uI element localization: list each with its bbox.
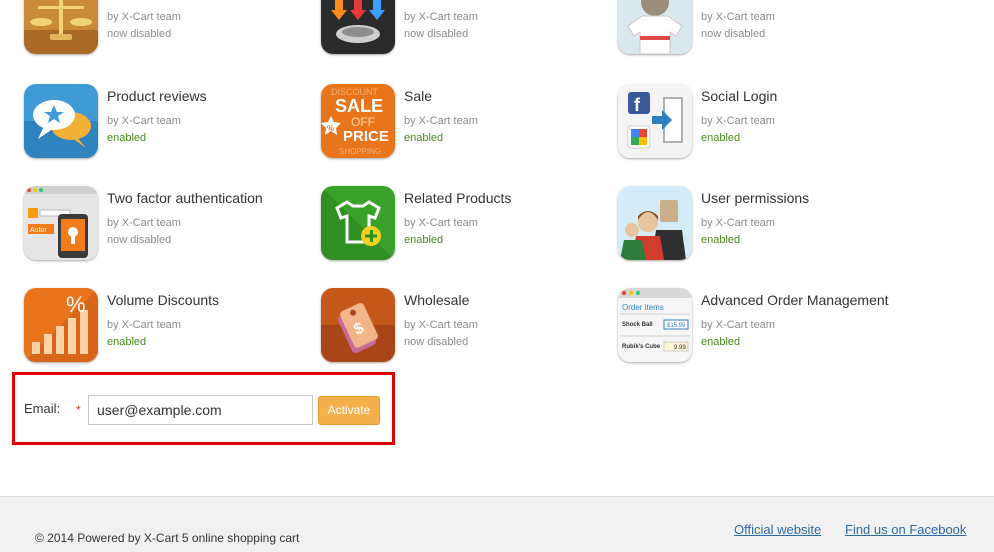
two-factor-auth-icon[interactable]: Autor: [24, 186, 98, 260]
module-status: enabled: [701, 234, 741, 246]
scales-icon[interactable]: [24, 0, 98, 54]
svg-text:Autor: Autor: [30, 227, 47, 234]
volume-discount-bars-icon[interactable]: %: [24, 288, 98, 362]
module-card: % Volume Discounts by X-Cart team enable…: [24, 288, 314, 368]
module-card: Autor Two factor authentication by X-Car…: [24, 186, 314, 266]
svg-text:PRICE: PRICE: [343, 128, 389, 145]
svg-text:Order items: Order items: [622, 303, 664, 312]
wholesale-tags-icon[interactable]: $: [321, 288, 395, 362]
module-name: Two factor authentication: [107, 190, 263, 206]
official-website-link[interactable]: Official website: [734, 522, 821, 537]
module-author: by X-Cart team: [701, 217, 775, 229]
email-label: Email:: [24, 401, 61, 416]
related-products-shirt-icon[interactable]: [321, 186, 395, 260]
facebook-link[interactable]: Find us on Facebook: [845, 522, 966, 537]
copyright-text: © 2014 Powered by X-Cart 5 online shoppi…: [35, 531, 300, 545]
module-status: now disabled: [701, 28, 766, 40]
module-name: Volume Discounts: [107, 292, 220, 308]
module-status: enabled: [107, 336, 147, 348]
svg-text:%: %: [66, 292, 86, 317]
module-status: now disabled: [404, 336, 469, 348]
svg-text:%: %: [327, 124, 334, 133]
svg-text:SHOPPING: SHOPPING: [339, 147, 381, 156]
module-author: by X-Cart team: [701, 319, 775, 331]
module-card: f Social Login by X-Cart team enabled: [618, 84, 908, 164]
module-name: User permissions: [701, 190, 810, 206]
module-author: by X-Cart team: [107, 11, 181, 23]
svg-text:SALE: SALE: [335, 96, 383, 116]
required-marker: *: [76, 403, 81, 417]
svg-text:9.99: 9.99: [674, 345, 686, 351]
svg-text:f: f: [634, 95, 641, 115]
module-author: by X-Cart team: [107, 319, 181, 331]
module-status: now disabled: [107, 234, 172, 246]
social-login-icon[interactable]: f: [618, 84, 692, 158]
svg-text:Rubik's Cube: Rubik's Cube: [622, 344, 661, 350]
speech-bubbles-star-icon[interactable]: [24, 84, 98, 158]
module-card: by X-Cart team now disabled: [321, 0, 611, 60]
module-author: by X-Cart team: [404, 115, 478, 127]
module-card: by X-Cart team now disabled: [24, 0, 314, 60]
module-name: Product reviews: [107, 88, 207, 104]
module-author: by X-Cart team: [107, 115, 181, 127]
module-status: now disabled: [107, 28, 172, 40]
order-items-icon[interactable]: Order items Shock Ball $15.99 Rubik's Cu…: [618, 288, 692, 362]
module-card: DISCOUNT SALE OFF PRICE SHOPPING % Sale …: [321, 84, 611, 164]
module-author: by X-Cart team: [107, 217, 181, 229]
activate-button[interactable]: Activate: [318, 396, 380, 425]
svg-text:Shock Ball: Shock Ball: [622, 322, 653, 328]
module-card: $ Wholesale by X-Cart team now disabled: [321, 288, 611, 368]
module-author: by X-Cart team: [701, 11, 775, 23]
module-author: by X-Cart team: [404, 319, 478, 331]
module-name: Related Products: [404, 190, 512, 206]
module-name: Social Login: [701, 88, 778, 104]
module-status: enabled: [701, 132, 741, 144]
module-card: Product reviews by X-Cart team enabled: [24, 84, 314, 164]
svg-text:OFF: OFF: [351, 115, 375, 129]
module-status: enabled: [404, 132, 444, 144]
user-permissions-people-icon[interactable]: [618, 186, 692, 260]
module-card: User permissions by X-Cart team enabled: [618, 186, 908, 266]
module-card: by X-Cart team now disabled: [618, 0, 908, 60]
module-status: now disabled: [404, 28, 469, 40]
module-name: Sale: [404, 88, 433, 104]
module-name: Wholesale: [404, 292, 470, 308]
module-status: enabled: [107, 132, 147, 144]
module-name: Advanced Order Management: [701, 292, 889, 308]
email-field[interactable]: [88, 395, 313, 425]
module-card: Order items Shock Ball $15.99 Rubik's Cu…: [618, 288, 908, 368]
module-author: by X-Cart team: [404, 11, 478, 23]
module-status: enabled: [404, 234, 444, 246]
sale-price-tag-icon[interactable]: DISCOUNT SALE OFF PRICE SHOPPING %: [321, 84, 395, 158]
module-status: enabled: [701, 336, 741, 348]
filter-arrows-icon[interactable]: [321, 0, 395, 54]
svg-text:$15.99: $15.99: [667, 323, 686, 329]
page-footer: © 2014 Powered by X-Cart 5 online shoppi…: [0, 496, 994, 552]
module-card: Related Products by X-Cart team enabled: [321, 186, 611, 266]
module-author: by X-Cart team: [701, 115, 775, 127]
tshirt-icon[interactable]: [618, 0, 692, 54]
license-activation-form: Email: * Activate: [12, 372, 395, 445]
module-author: by X-Cart team: [404, 217, 478, 229]
